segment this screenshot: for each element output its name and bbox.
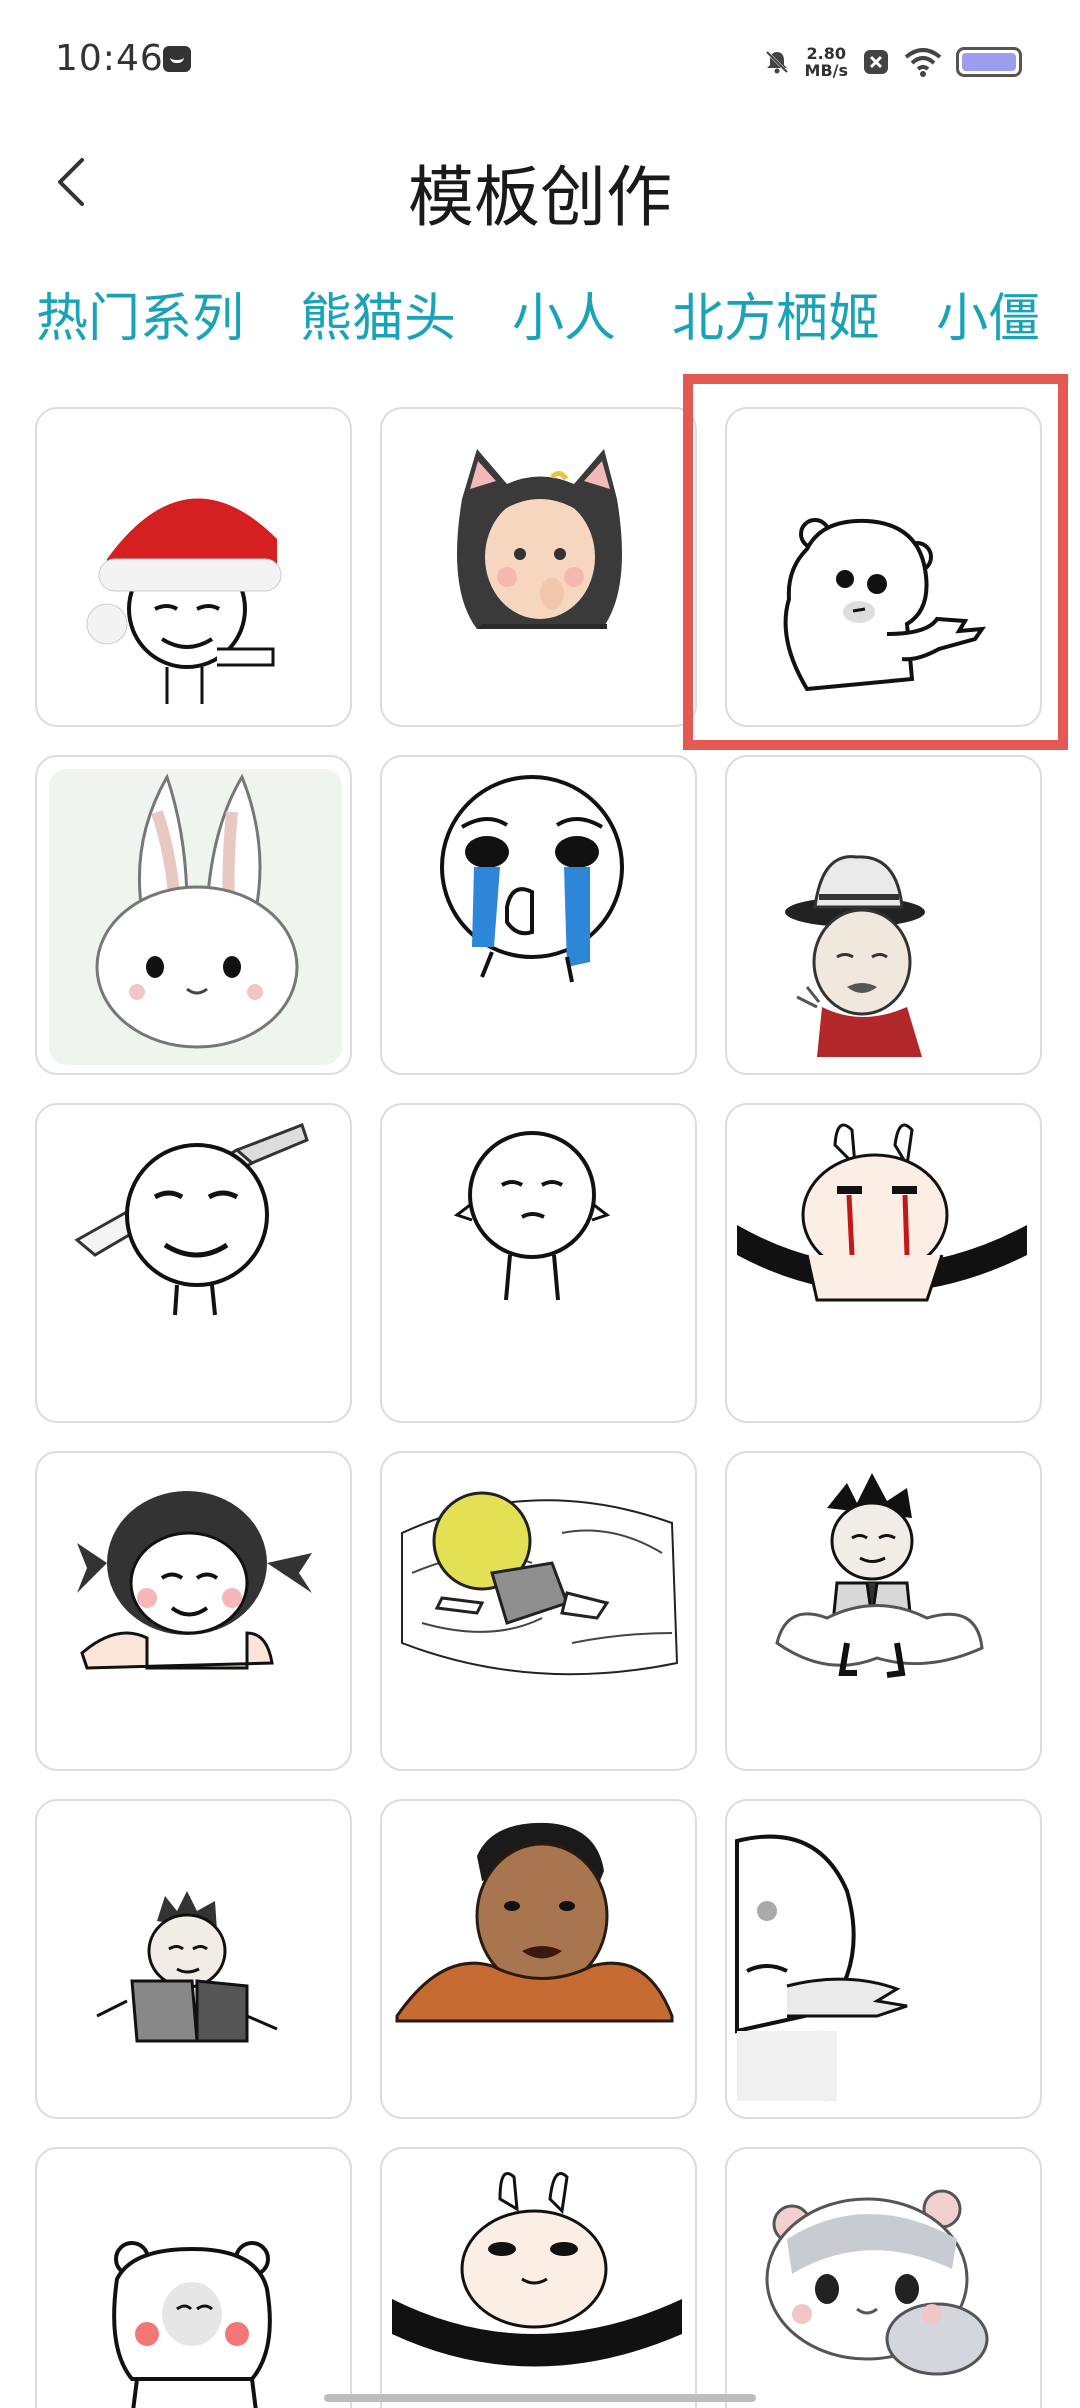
reading-boy-meme-image bbox=[96, 1891, 278, 2043]
battery-level bbox=[962, 53, 1016, 71]
meme-face-with-knife-image bbox=[74, 1123, 309, 1316]
hamster-image bbox=[765, 2189, 989, 2376]
status-bar: 10:46 2.80 MB/s bbox=[0, 0, 1080, 120]
template-card[interactable] bbox=[35, 1103, 352, 1423]
template-card[interactable] bbox=[35, 1451, 352, 1771]
template-card[interactable] bbox=[725, 1103, 1042, 1423]
template-card[interactable] bbox=[380, 1799, 697, 2119]
template-card[interactable] bbox=[35, 755, 352, 1075]
tab-little-man[interactable]: 小人 bbox=[512, 276, 616, 351]
half-face-pointing-image bbox=[735, 1834, 908, 2102]
template-card[interactable] bbox=[725, 1451, 1042, 1771]
wifi-icon bbox=[904, 48, 942, 77]
girl-in-cat-hood-image bbox=[457, 449, 622, 629]
yellow-head-in-bed-image bbox=[401, 1491, 679, 1676]
bunny-crying-blood-image bbox=[737, 1123, 1027, 1302]
pigtail-girl-meme-image bbox=[77, 1491, 312, 1670]
network-speed-unit: MB/s bbox=[804, 61, 848, 80]
battery-icon bbox=[956, 47, 1022, 77]
template-card[interactable] bbox=[725, 1799, 1042, 2119]
template-card[interactable] bbox=[35, 2147, 352, 2408]
network-speed-value: 2.80 bbox=[806, 44, 846, 63]
chubby-man-orange-shirt-image bbox=[395, 1822, 674, 2023]
bunny-with-big-ears-image bbox=[49, 769, 342, 1065]
santa-hat-meme-face-image bbox=[86, 498, 282, 704]
category-tabs: 热门系列 熊猫头 小人 北方栖姬 小僵 bbox=[36, 276, 1080, 366]
blushing-bear-meme-image bbox=[112, 2241, 272, 2408]
tab-panda-head[interactable]: 熊猫头 bbox=[300, 276, 456, 351]
close-box-icon bbox=[864, 50, 888, 74]
template-card[interactable] bbox=[35, 1799, 352, 2119]
home-indicator[interactable] bbox=[324, 2394, 756, 2402]
page-title: 模板创作 bbox=[408, 159, 672, 236]
template-card[interactable] bbox=[380, 1103, 697, 1423]
template-card[interactable] bbox=[725, 755, 1042, 1075]
template-card[interactable] bbox=[35, 407, 352, 727]
template-card[interactable] bbox=[380, 2147, 697, 2408]
network-speed: 2.80 MB/s bbox=[805, 45, 848, 79]
template-card[interactable] bbox=[380, 1451, 697, 1771]
crying-face-image bbox=[440, 775, 624, 983]
tab-hot-series[interactable]: 热门系列 bbox=[36, 276, 244, 351]
status-icons: 2.80 MB/s bbox=[763, 42, 1022, 82]
confused-round-head-image bbox=[453, 1131, 611, 1301]
template-card[interactable] bbox=[380, 407, 697, 727]
tab-little-zombie[interactable]: 小僵 bbox=[936, 276, 1040, 351]
template-card[interactable] bbox=[725, 2147, 1042, 2408]
status-time: 10:46 bbox=[55, 38, 164, 79]
selection-highlight bbox=[683, 374, 1068, 750]
template-card[interactable] bbox=[380, 755, 697, 1075]
old-man-with-hat-image bbox=[785, 855, 925, 1057]
header: 模板创作 bbox=[0, 130, 1080, 240]
bunny-with-scarf-image bbox=[392, 2172, 682, 2367]
mute-icon bbox=[765, 50, 788, 74]
cartoon-guy-on-cloud-image bbox=[775, 1473, 984, 1678]
tab-northern-qiji[interactable]: 北方栖姬 bbox=[672, 276, 880, 351]
message-icon bbox=[163, 46, 191, 72]
